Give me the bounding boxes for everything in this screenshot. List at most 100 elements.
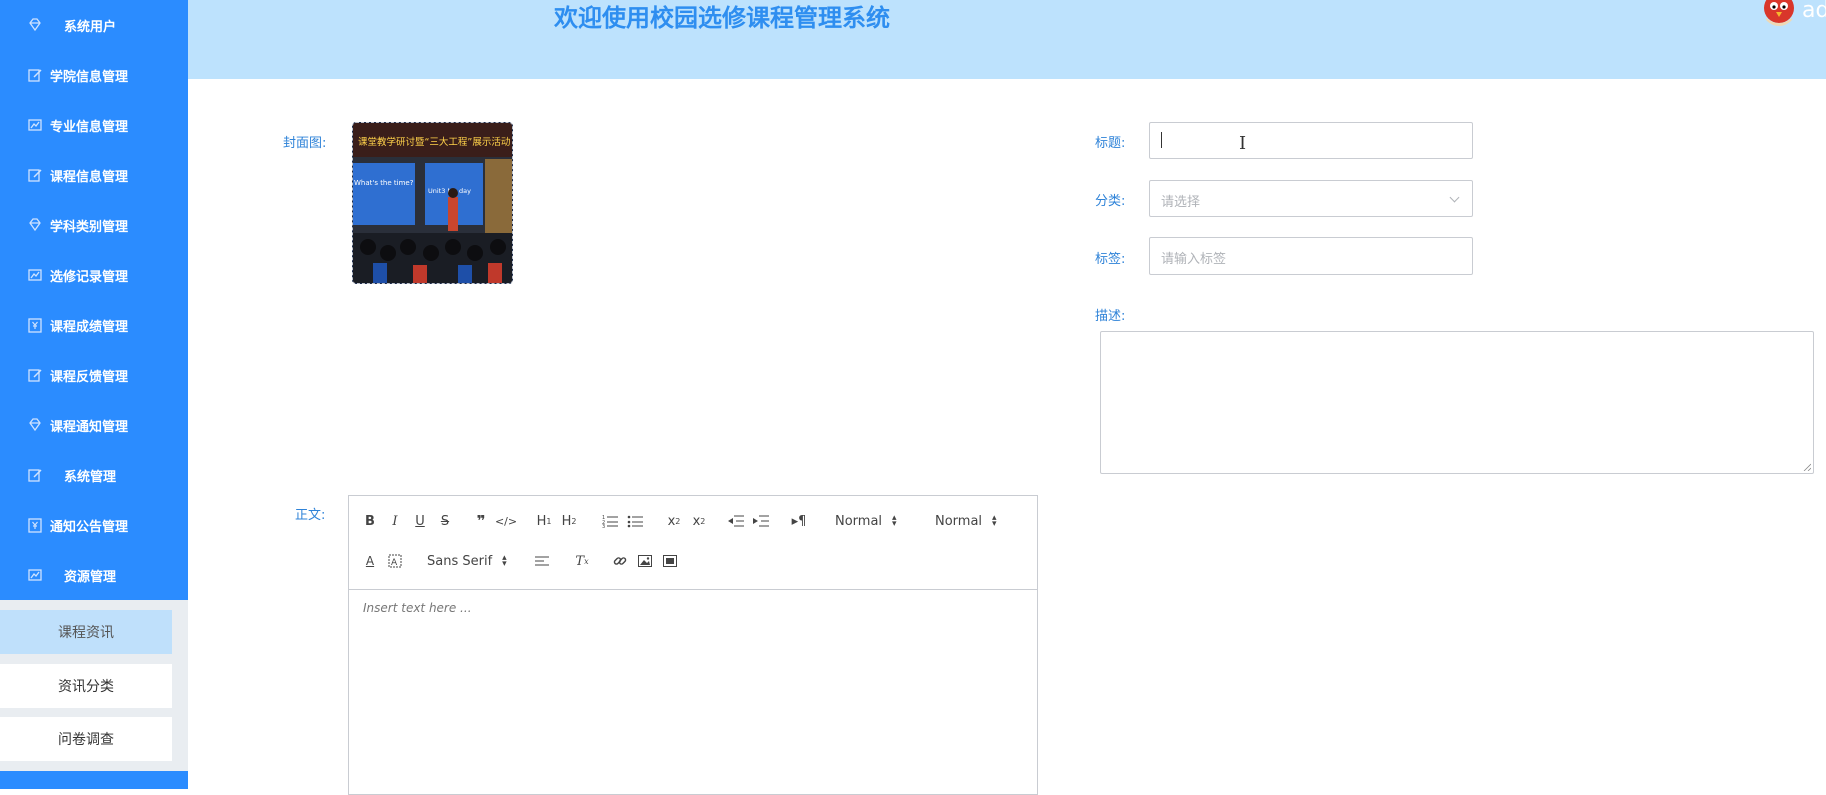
sidebar-item[interactable]: 系统管理 [0,450,188,500]
page-title: 欢迎使用校园选修课程管理系统 [554,4,890,32]
strike-icon[interactable]: S [434,510,456,532]
body-label: 正文: [295,508,326,523]
category-placeholder: 请选择 [1161,195,1201,210]
text-caret [1161,132,1162,148]
sidebar-item-label: 课程信息管理 [50,169,129,185]
video-icon[interactable] [659,550,681,572]
chart-icon [27,267,43,283]
size-select-value: Normal [935,513,983,529]
sidebar-item-label: 系统管理 [64,469,117,485]
sidebar-item-label: 学院信息管理 [50,69,129,85]
select-arrows-icon: ▴ ▾ [502,553,507,569]
background-color-icon[interactable]: A [384,550,406,572]
edit-icon [27,367,43,383]
superscript-icon[interactable]: x2 [688,510,710,532]
tag-input[interactable]: 请输入标签 [1149,237,1473,275]
sidebar-item-label: 资源管理 [64,569,117,585]
sidebar-item-label: 课程反馈管理 [50,369,129,385]
cover-banner-text: 课堂教学研讨暨“三大工程”展示活动 [358,136,510,148]
image-icon[interactable] [634,550,656,572]
category-select[interactable]: 请选择 [1149,180,1473,217]
top-header: 欢迎使用校园选修课程管理系统 admin [188,0,1826,79]
code-block-icon[interactable]: </> [495,510,517,532]
sidebar-item-label: 课程成绩管理 [50,319,129,335]
yen-icon [27,317,43,333]
sidebar-subitem[interactable]: 问卷调查 [0,717,172,761]
italic-icon[interactable]: I [384,510,406,532]
resize-handle-icon[interactable] [1803,463,1811,471]
cover-label: 封面图: [283,136,327,151]
diamond-icon [27,417,43,433]
description-label: 描述: [1095,309,1126,324]
size-select[interactable]: Normal ▴ ▾ [935,510,997,532]
font-select-value: Sans Serif [427,553,493,569]
title-input[interactable] [1149,122,1473,159]
text-direction-icon[interactable]: ▸¶ [788,510,810,532]
sidebar-item-label: 系统用户 [64,19,117,35]
sidebar-item[interactable]: 专业信息管理 [0,100,188,150]
avatar[interactable] [1762,0,1796,26]
sidebar-item[interactable]: 课程反馈管理 [0,350,188,400]
sidebar-item[interactable]: 学科类别管理 [0,200,188,250]
select-arrows-icon: ▴ ▾ [892,513,897,529]
sidebar-subitem[interactable]: 资讯分类 [0,664,172,708]
sidebar-item-label: 通知公告管理 [50,519,129,535]
sidebar-item[interactable]: 选修记录管理 [0,250,188,300]
link-icon[interactable] [609,550,631,572]
sidebar-item-label: 专业信息管理 [50,119,129,135]
sidebar-item[interactable]: 通知公告管理 [0,500,188,550]
title-label: 标题: [1095,136,1126,151]
header-select[interactable]: Normal ▴ ▾ [835,510,897,532]
edit-icon [27,167,43,183]
sidebar: 系统用户学院信息管理 专业信息管理 课程信息管理 学科类别管理 选修记录管理 课程成绩管理… [0,0,188,789]
select-arrows-icon: ▴ ▾ [992,513,997,529]
sidebar-item[interactable]: 学院信息管理 [0,50,188,100]
sidebar-item[interactable]: 课程通知管理 [0,400,188,450]
font-select[interactable]: Sans Serif ▴ ▾ [427,550,507,572]
svg-text:A: A [391,558,398,568]
header-2-icon[interactable]: H2 [558,510,580,532]
edit-icon [27,467,43,483]
header-1-icon[interactable]: H1 [533,510,555,532]
tag-placeholder: 请输入标签 [1161,252,1227,267]
sidebar-item[interactable]: 课程成绩管理 [0,300,188,350]
yen-icon [27,517,43,533]
tag-label: 标签: [1095,252,1126,267]
sidebar-item[interactable]: 资源管理 [0,550,188,600]
outdent-icon[interactable] [725,510,747,532]
chart-icon [27,567,43,583]
cover-image[interactable]: 课堂教学研讨暨“三大工程”展示活动 What's the time? Unit3… [352,122,513,284]
editor-toolbar: B I U S ❞ </> H1 H2 123 x2 x2 ▸¶ Normal … [349,496,1037,590]
sidebar-item[interactable]: 系统用户 [0,0,188,50]
text-cursor-icon: I [1239,133,1247,154]
diamond-icon [27,17,43,33]
ordered-list-icon[interactable]: 123 [599,510,621,532]
sidebar-subitem[interactable]: 课程资讯 [0,610,172,654]
bullet-list-icon[interactable] [624,510,646,532]
sidebar-item-label: 选修记录管理 [50,269,129,285]
rich-text-editor[interactable]: B I U S ❞ </> H1 H2 123 x2 x2 ▸¶ Normal … [348,495,1038,795]
subscript-icon[interactable]: x2 [663,510,685,532]
chevron-down-icon [1449,192,1460,203]
underline-icon[interactable]: U [409,510,431,532]
blockquote-icon[interactable]: ❞ [470,510,492,532]
indent-icon[interactable] [750,510,772,532]
svg-text:3: 3 [602,524,605,528]
align-icon[interactable] [531,550,553,572]
chart-icon [27,117,43,133]
sidebar-item[interactable]: 课程信息管理 [0,150,188,200]
edit-icon [27,67,43,83]
editor-placeholder: Insert text here ... [363,601,472,615]
clear-format-icon[interactable]: Tx [571,550,593,572]
description-textarea[interactable] [1100,331,1814,474]
bold-icon[interactable]: B [359,510,381,532]
sidebar-item-label: 学科类别管理 [50,219,129,235]
font-color-icon[interactable]: A [359,550,381,572]
sidebar-item-label: 课程通知管理 [50,419,129,435]
sidebar-bottom-bar [0,771,188,789]
diamond-icon [27,217,43,233]
header-select-value: Normal [835,513,883,529]
username[interactable]: admin [1802,0,1826,23]
sidebar-menu: 系统用户学院信息管理 专业信息管理 课程信息管理 学科类别管理 选修记录管理 课程成绩管理… [0,0,188,600]
category-label: 分类: [1095,194,1126,209]
